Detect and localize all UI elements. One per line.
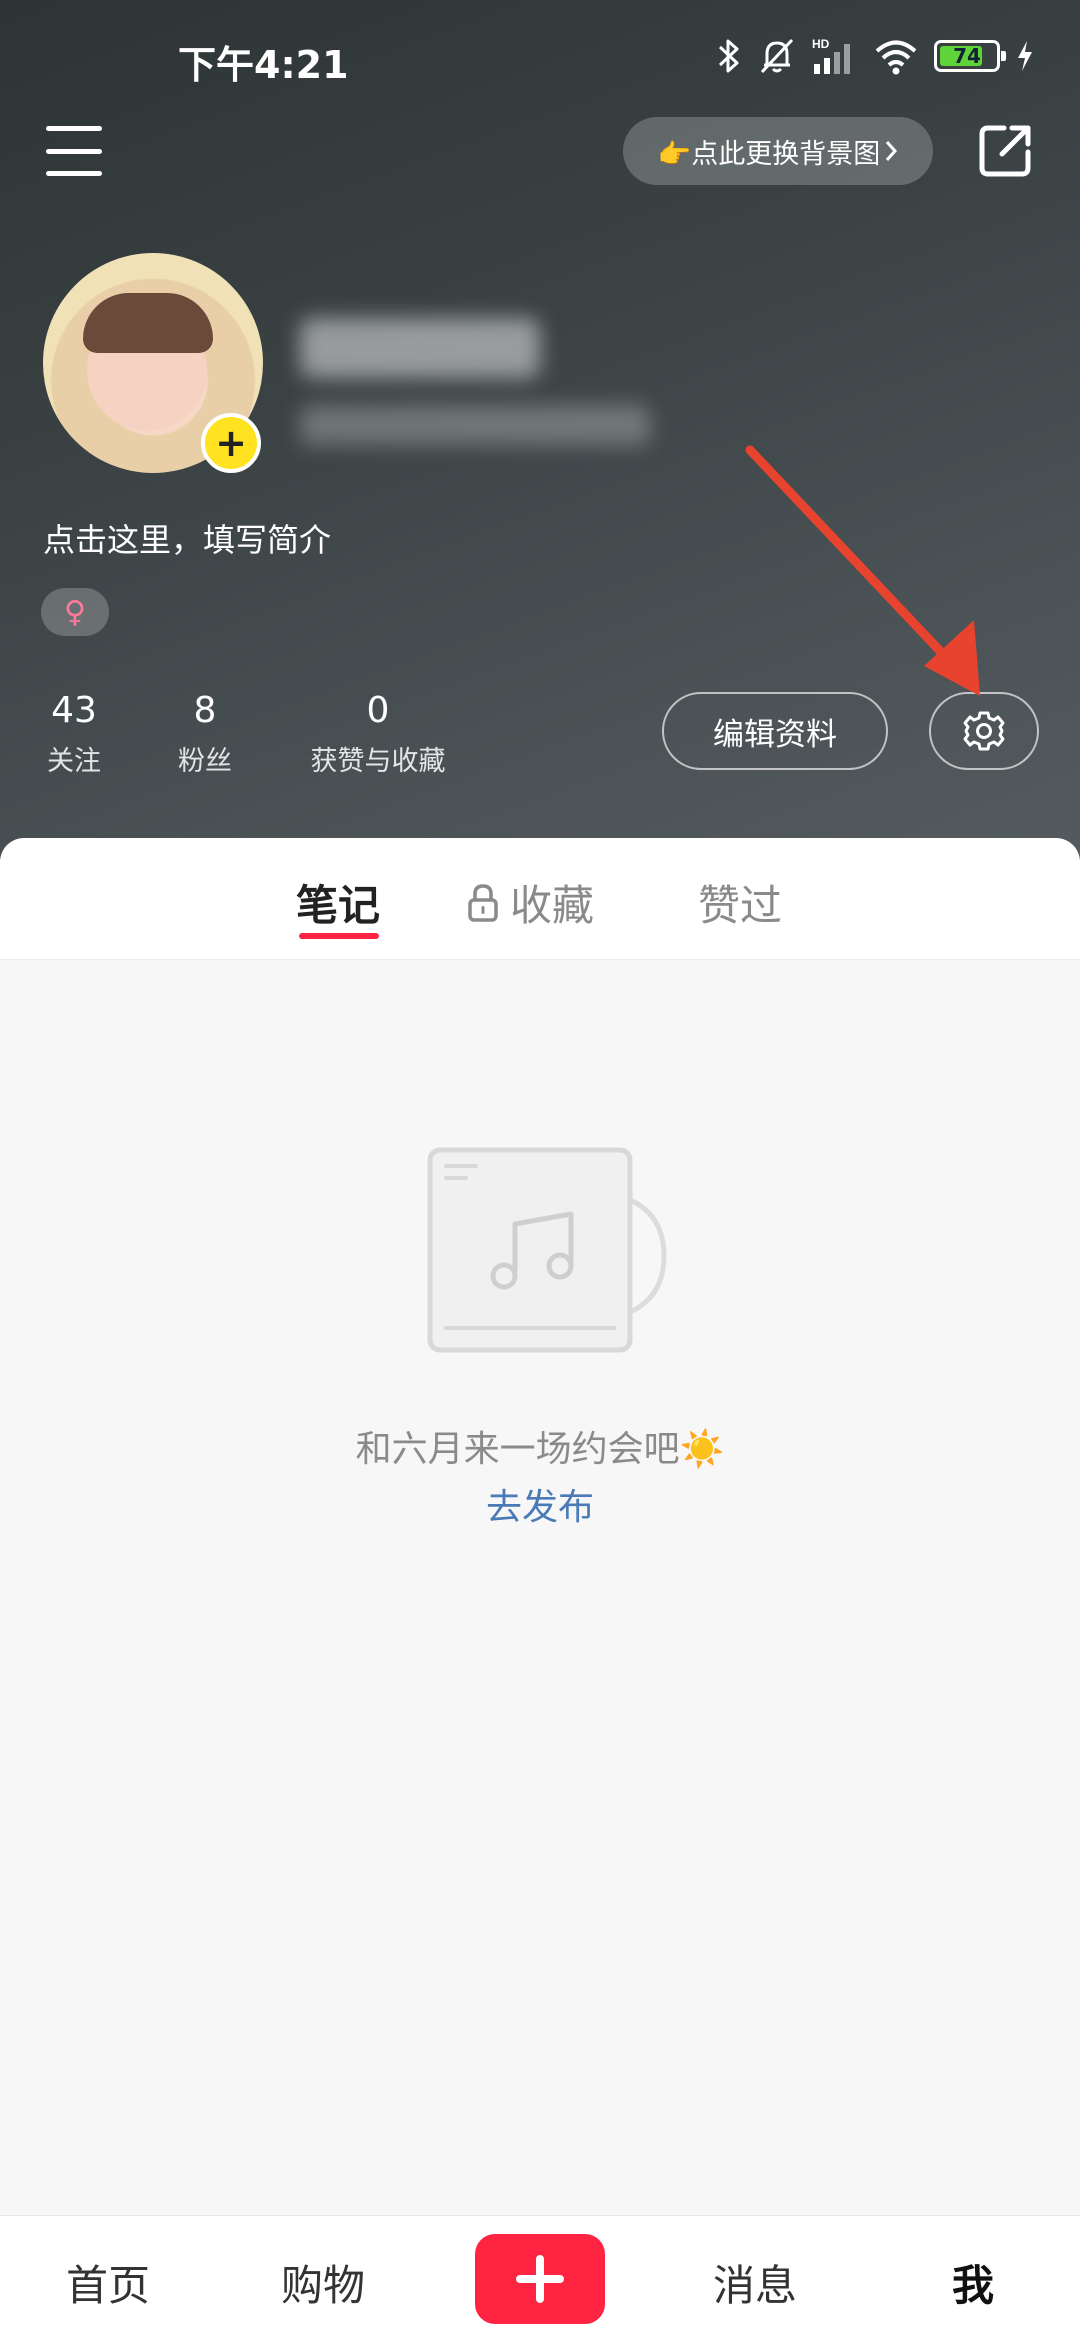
gender-tag: ♀	[41, 588, 109, 636]
profile-header: 下午4:21 HD 74 👉点此更换背景图 + 点击这里，填写简介 ♀ 43 关…	[0, 0, 1080, 860]
music-record-icon	[427, 1147, 667, 1353]
red-arrow-annotation	[745, 445, 980, 696]
stat-following-value: 43	[51, 690, 97, 731]
bottom-nav: 首页 购物 消息 我	[0, 2215, 1080, 2340]
stat-likes-collects[interactable]: 0 获赞与收藏	[298, 690, 458, 778]
bluetooth-icon	[718, 39, 739, 73]
battery-icon: 74	[934, 40, 1006, 72]
stat-likes-value: 0	[366, 690, 390, 731]
menu-icon-line	[46, 148, 102, 154]
plus-icon	[516, 2255, 564, 2303]
hd-signal-icon: HD	[812, 37, 850, 74]
avatar-add-button[interactable]: +	[201, 413, 261, 473]
tab-notes-label: 笔记	[296, 881, 381, 930]
blurred-user-id	[300, 405, 650, 445]
menu-button[interactable]	[46, 126, 102, 176]
tab-notes[interactable]: 笔记	[296, 872, 380, 933]
tab-collections[interactable]: 收藏	[466, 872, 594, 933]
menu-icon-line	[46, 126, 102, 131]
stat-followers[interactable]: 8 粉丝	[165, 690, 245, 778]
publish-add-button[interactable]	[475, 2234, 605, 2324]
stat-followers-value: 8	[193, 690, 217, 731]
charging-icon	[1018, 41, 1032, 71]
nav-messages[interactable]: 消息	[713, 2252, 797, 2313]
menu-icon-line	[46, 171, 102, 176]
notes-content: 和六月来一场约会吧☀️ 去发布	[0, 960, 1080, 2215]
tab-liked-label: 赞过	[698, 881, 783, 930]
nav-home[interactable]: 首页	[66, 2252, 150, 2313]
tab-collections-label: 收藏	[510, 881, 595, 930]
mute-bell-icon	[760, 38, 794, 74]
content-tabs: 笔记 收藏 赞过	[0, 838, 1080, 960]
female-icon: ♀	[64, 594, 86, 630]
wifi-icon	[875, 40, 917, 75]
status-icons: HD 74	[716, 34, 1034, 78]
stat-likes-label: 获赞与收藏	[310, 746, 446, 777]
battery-level: 74	[953, 44, 981, 68]
gear-icon	[963, 711, 1005, 751]
avatar-hair	[83, 293, 213, 353]
status-time: 下午4:21	[178, 43, 349, 87]
publish-link[interactable]: 去发布	[0, 1478, 1080, 1530]
nav-shopping[interactable]: 购物	[281, 2252, 365, 2313]
nav-me[interactable]: 我	[952, 2252, 994, 2313]
change-background-label: 👉点此更换背景图	[657, 138, 881, 170]
share-icon[interactable]	[978, 122, 1034, 178]
stat-following-label: 关注	[47, 746, 101, 777]
tab-active-indicator	[299, 933, 379, 939]
empty-state-message: 和六月来一场约会吧☀️	[355, 1429, 725, 1470]
change-background-button[interactable]: 👉点此更换背景图	[623, 117, 933, 185]
blurred-username	[300, 318, 540, 378]
lock-icon	[468, 883, 498, 922]
svg-text:HD: HD	[812, 37, 830, 51]
stat-following[interactable]: 43 关注	[34, 690, 114, 778]
status-bar: 下午4:21 HD 74	[0, 0, 1080, 120]
chevron-right-icon	[886, 141, 898, 161]
stat-followers-label: 粉丝	[178, 746, 232, 777]
bio-prompt[interactable]: 点击这里，填写简介	[43, 515, 331, 561]
tab-liked[interactable]: 赞过	[698, 872, 782, 933]
